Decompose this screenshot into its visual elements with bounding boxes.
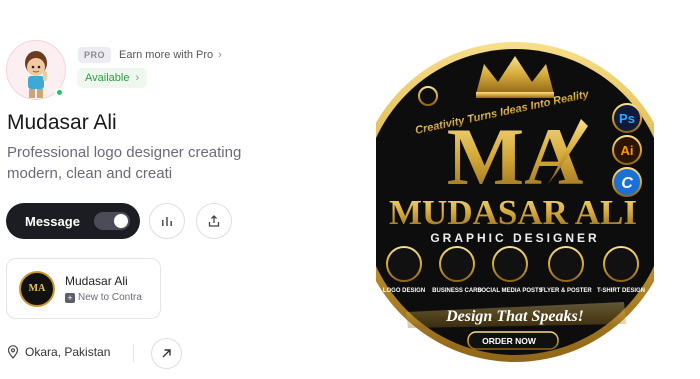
availability-badge[interactable]: Available ›	[77, 68, 148, 88]
location-text: Okara, Pakistan	[25, 345, 111, 359]
availability-label: Available	[85, 72, 130, 84]
contra-logo: MA	[19, 270, 55, 307]
banner-brand: MUDASAR ALI	[389, 193, 637, 232]
bar-chart-icon	[162, 217, 172, 226]
banner-order-now: ORDER NOW	[482, 336, 537, 346]
stats-button[interactable]	[149, 203, 185, 239]
portfolio-banner[interactable]: MA Creativity Turns Ideas Into Reality P…	[376, 34, 654, 363]
plus-icon: +	[65, 292, 75, 303]
service-tshirt: T-SHIRT DESIGN	[597, 288, 645, 294]
contra-card-subtitle-row: + New to Contra	[65, 292, 142, 303]
toggle-knob	[114, 214, 128, 228]
profile-tagline: Professional logo designer creating mode…	[7, 144, 242, 182]
service-logo-design: LOGO DESIGN	[383, 288, 425, 294]
service-social-media: SOCIAL MEDIA POSTS	[477, 288, 542, 294]
earn-more-pro-link[interactable]: Earn more with Pro ›	[119, 49, 222, 61]
service-flyer-poster: FLYER & POSTER	[540, 288, 592, 294]
avatar[interactable]	[6, 40, 66, 100]
contra-card-subtitle: New to Contra	[78, 292, 142, 303]
message-button[interactable]: Message	[6, 203, 140, 239]
location: Okara, Pakistan	[7, 345, 110, 359]
service-business-card: BUSINESS CARD	[432, 288, 482, 294]
pro-badge: PRO	[78, 47, 112, 63]
external-link-button[interactable]	[151, 338, 182, 369]
chevron-right-icon: ›	[218, 49, 222, 61]
divider	[133, 344, 134, 362]
pro-upsell[interactable]: PRO Earn more with Pro ›	[78, 47, 222, 63]
message-toggle[interactable]	[94, 212, 130, 230]
contra-profile-card[interactable]: MA Mudasar Ali + New to Contra	[6, 258, 161, 319]
banner-role: GRAPHIC DESIGNER	[430, 231, 599, 245]
online-status-dot	[55, 88, 64, 97]
earn-more-pro-label: Earn more with Pro	[119, 49, 214, 61]
arrow-up-right-icon	[162, 349, 171, 358]
photoshop-icon: Ps	[619, 111, 635, 126]
share-button[interactable]	[196, 203, 232, 239]
message-button-label: Message	[25, 213, 80, 229]
profile-name: Mudasar Ali	[7, 111, 117, 134]
illustrator-icon: Ai	[621, 143, 634, 158]
canva-icon: C	[621, 175, 633, 192]
contra-card-title: Mudasar Ali	[65, 274, 128, 288]
banner-slogan: Design That Speaks!	[445, 308, 584, 325]
location-pin-icon	[7, 345, 19, 359]
chevron-right-icon: ›	[135, 72, 140, 84]
share-icon	[208, 215, 220, 227]
